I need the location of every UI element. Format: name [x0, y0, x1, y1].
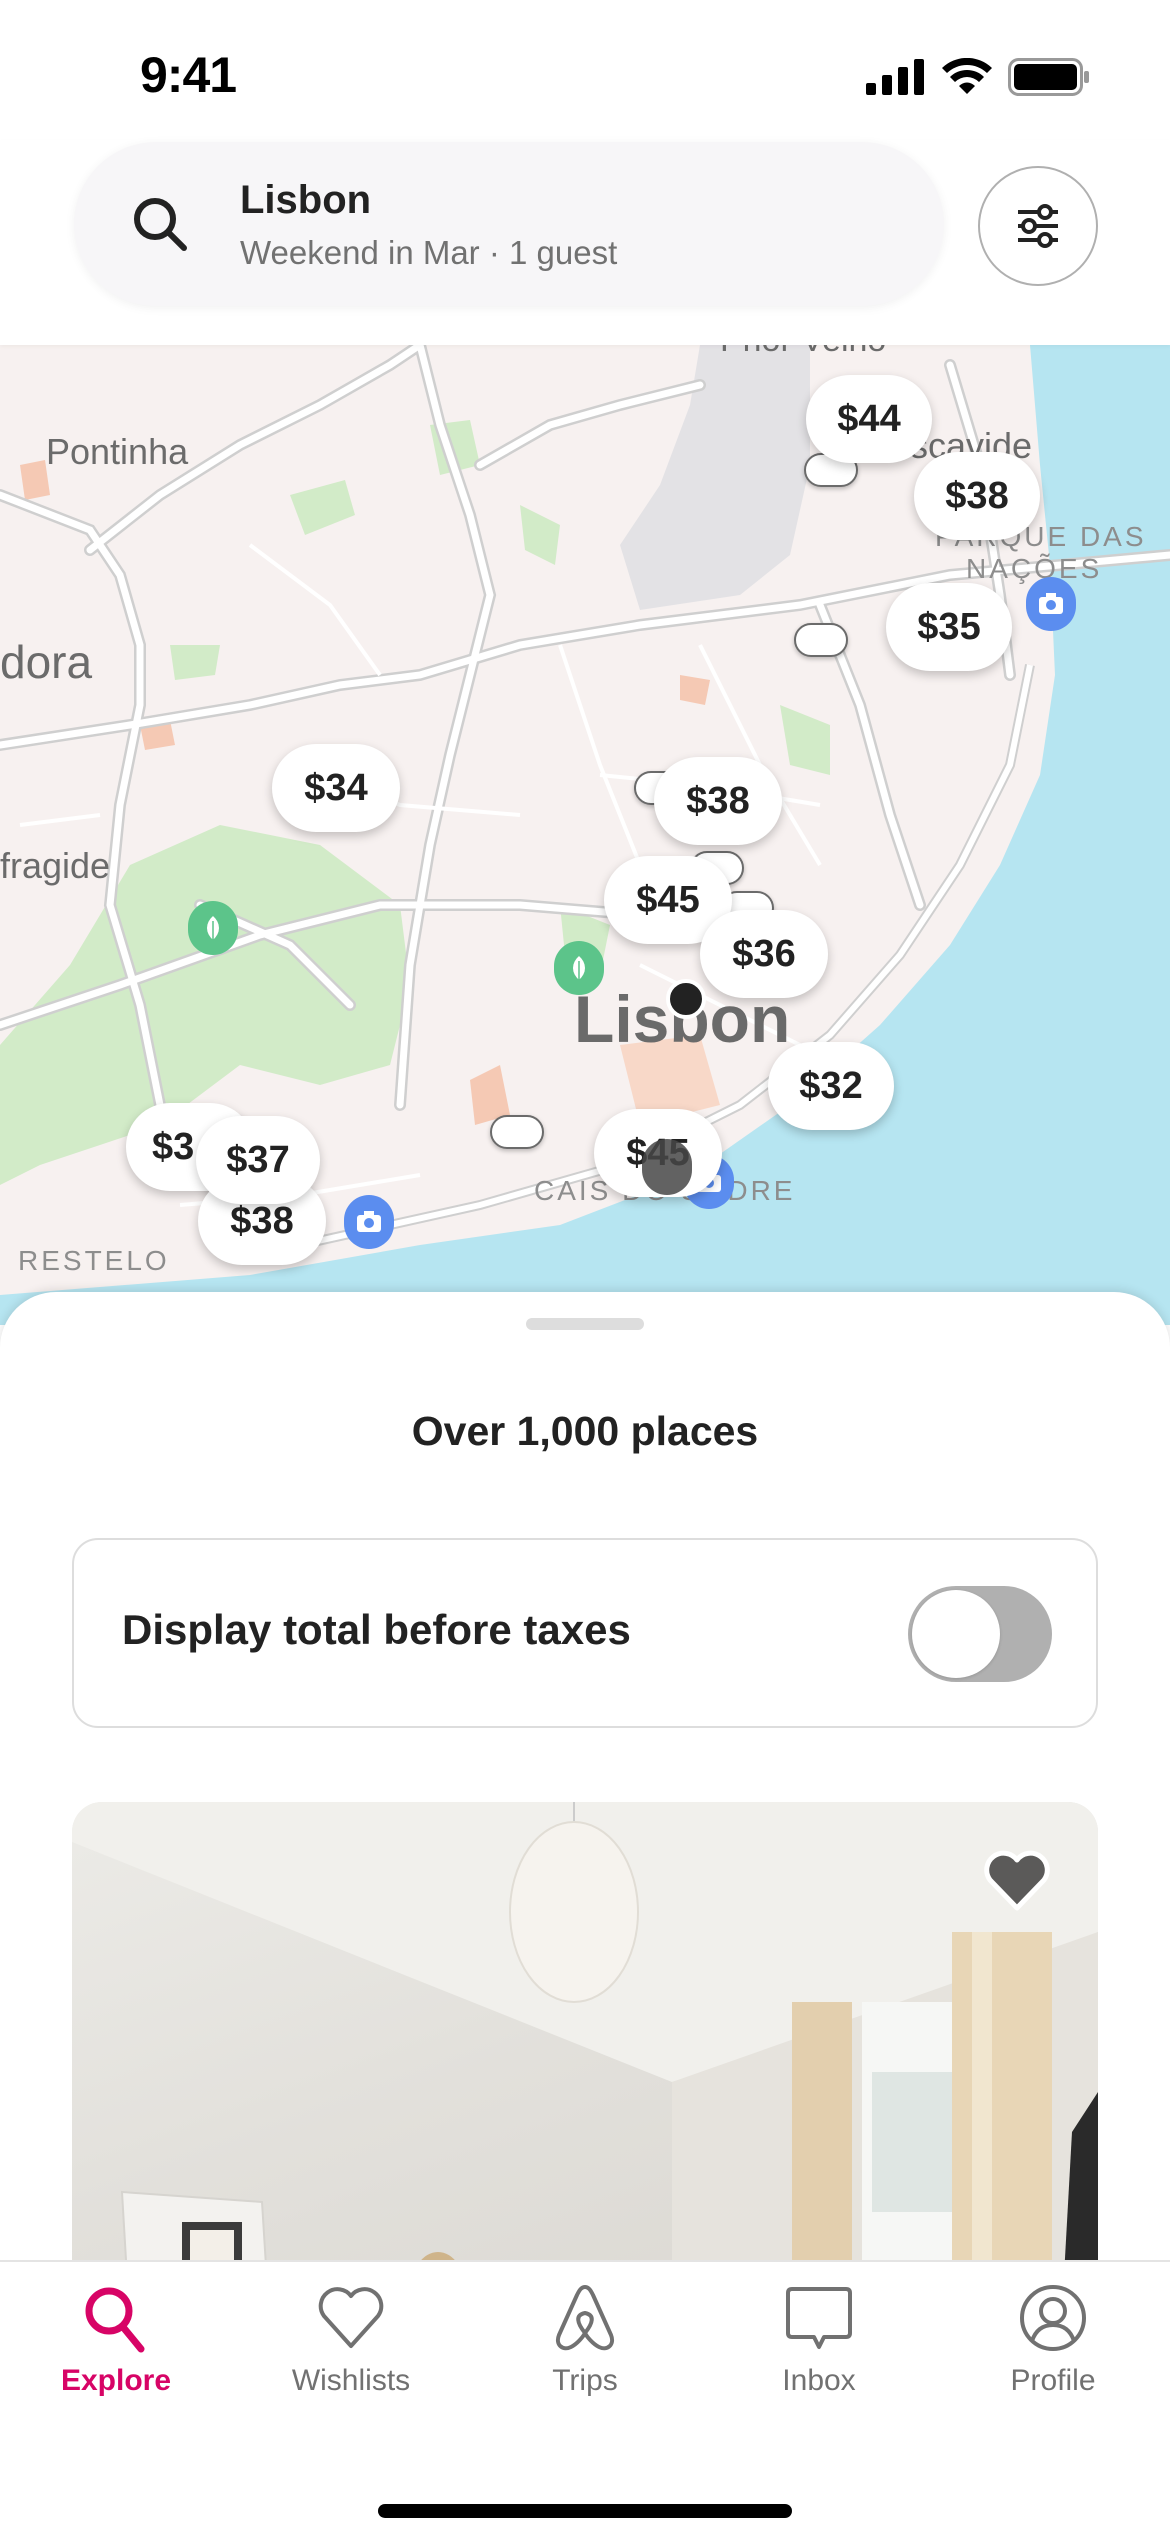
search-bar[interactable]: Lisbon Weekend in Mar · 1 guest [74, 142, 944, 306]
map-label-pontinha: Pontinha [46, 431, 189, 472]
sliders-icon [1018, 204, 1058, 248]
status-icons [866, 58, 1090, 96]
map-label-restelo: RESTELO [18, 1245, 170, 1276]
map-label-amadora: dora [0, 636, 93, 688]
tax-toggle-switch[interactable] [908, 1586, 1052, 1682]
home-indicator[interactable] [378, 2504, 792, 2518]
price-pin[interactable]: $37 [196, 1116, 320, 1204]
tax-toggle-card: Display total before taxes [72, 1538, 1098, 1728]
search-icon [134, 198, 187, 251]
status-time: 9:41 [140, 47, 237, 103]
price-pin[interactable]: $35 [886, 583, 1012, 671]
airport-area [620, 345, 810, 610]
search-details: Weekend in Mar · 1 guest [240, 234, 618, 271]
airbnb-logo-icon [553, 2282, 617, 2354]
battery-icon [1008, 58, 1089, 96]
price-pin[interactable]: $34 [272, 744, 400, 832]
park-4 [520, 505, 560, 565]
tab-label: Trips [552, 2364, 618, 2397]
park-7 [170, 645, 220, 680]
tab-explore[interactable]: Explore [26, 2282, 206, 2422]
results-sheet[interactable]: Over 1,000 places Display total before t… [0, 1292, 1170, 2262]
search-icon [81, 2282, 151, 2354]
status-bar: 9:41 [0, 0, 1170, 140]
touch-indicator [642, 1139, 692, 1195]
urban-3 [680, 675, 710, 705]
tab-label: Wishlists [291, 2364, 411, 2397]
park-leaf-icon[interactable] [554, 941, 604, 995]
search-location: Lisbon [240, 178, 372, 222]
tab-wishlists[interactable]: Wishlists [261, 2282, 441, 2422]
map-label-top: Prior Velho [720, 345, 886, 360]
tab-trips[interactable]: Trips [495, 2282, 675, 2422]
results-count: Over 1,000 places [411, 1408, 759, 1454]
map-mini-pin[interactable] [794, 623, 848, 657]
listing-photo[interactable] [72, 1802, 1098, 2262]
park-5 [780, 705, 830, 775]
wifi-icon [942, 58, 992, 94]
toggle-knob [912, 1590, 1000, 1678]
park-leaf-icon[interactable] [188, 901, 238, 955]
park-2 [290, 480, 355, 535]
heart-icon [316, 2282, 386, 2354]
map-label-alfragide: fragide [0, 845, 111, 886]
price-pin[interactable]: $36 [700, 910, 828, 998]
heart-icon[interactable] [982, 1850, 1052, 1912]
tax-toggle-label: Display total before taxes [122, 1606, 631, 1653]
map[interactable]: Prior Velho Pontinha dora fragide Moscav… [0, 345, 1170, 1325]
price-pin[interactable]: $38 [654, 757, 782, 845]
price-pin[interactable]: $44 [806, 375, 932, 463]
camera-icon[interactable] [344, 1195, 394, 1249]
map-mini-pin[interactable] [490, 1115, 544, 1149]
map-label-nacoes: NAÇÕES [966, 553, 1103, 584]
price-pin[interactable]: $32 [768, 1042, 894, 1130]
location-dot [666, 979, 706, 1019]
tab-label: Profile [1010, 2364, 1096, 2397]
message-bubble-icon [784, 2282, 854, 2354]
user-circle-icon [1018, 2282, 1088, 2354]
cellular-signal-icon [866, 59, 924, 95]
tab-label: Inbox [782, 2364, 856, 2397]
tab-profile[interactable]: Profile [963, 2282, 1143, 2422]
camera-icon[interactable] [1026, 577, 1076, 631]
room-photo [72, 1802, 1098, 2262]
tab-inbox[interactable]: Inbox [729, 2282, 909, 2422]
tab-label: Explore [60, 2364, 172, 2397]
sheet-grabber[interactable] [526, 1318, 644, 1330]
search-header: Lisbon Weekend in Mar · 1 guest [0, 140, 1170, 345]
price-pin[interactable]: $38 [914, 452, 1040, 540]
filters-button[interactable] [978, 166, 1098, 286]
tab-bar: Explore Wishlists Trips Inbox Profile [0, 2260, 1170, 2532]
